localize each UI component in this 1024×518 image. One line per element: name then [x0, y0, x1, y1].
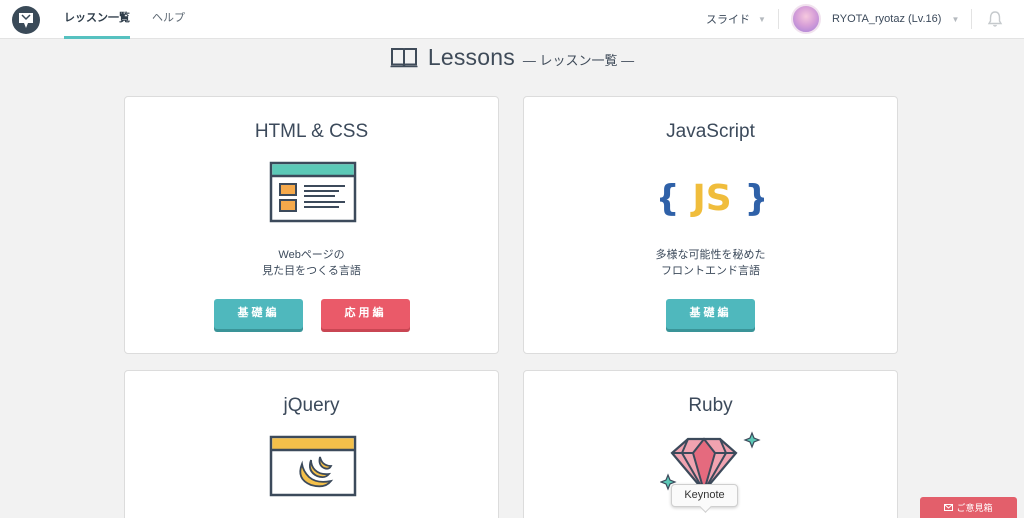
slide-dropdown[interactable]: スライド ▼	[706, 0, 766, 38]
feedback-button[interactable]: ご意見箱	[920, 497, 1017, 518]
lesson-card-html-css[interactable]: HTML & CSS Webページの 見た目をつくる言語 基礎編 応用編	[124, 96, 499, 354]
slide-dropdown-label: スライド	[706, 14, 750, 26]
page-title-text: Lessons	[427, 43, 515, 70]
divider	[778, 9, 779, 29]
progate-logo-icon[interactable]	[12, 6, 40, 34]
description-line: 見た目をつくる言語	[262, 265, 361, 277]
lesson-title: HTML & CSS	[254, 121, 369, 142]
book-icon	[390, 48, 418, 68]
user-menu[interactable]: RYOTA_ryotaz (Lv.16) ▼	[791, 0, 959, 38]
chevron-down-icon: ▼	[951, 14, 960, 24]
tab-help[interactable]: ヘルプ	[152, 0, 185, 39]
lesson-title: Ruby	[688, 395, 733, 416]
top-header: レッスン一覧 ヘルプ スライド ▼ RYOTA_ryotaz (Lv.16) ▼	[0, 0, 1024, 39]
avatar	[791, 4, 821, 34]
username: RYOTA_ryotaz (Lv.16)	[832, 13, 942, 25]
lesson-description: Webページの 見た目をつくる言語	[125, 247, 498, 279]
js-braces-icon: { JS }	[660, 178, 764, 219]
advanced-course-button[interactable]: 応用編	[321, 299, 410, 329]
divider	[971, 9, 972, 29]
mail-icon	[944, 504, 954, 511]
tab-lesson-list[interactable]: レッスン一覧	[64, 0, 130, 39]
page-title: Lessons — レッスン一覧 —	[0, 40, 1024, 74]
feedback-label: ご意見箱	[956, 503, 993, 513]
basic-course-button[interactable]: 基礎編	[666, 299, 755, 329]
keynote-tooltip: Keynote	[671, 484, 738, 507]
page-subtitle: — レッスン一覧 —	[522, 52, 635, 68]
description-line: フロントエンド言語	[661, 265, 760, 277]
bell-icon[interactable]	[987, 10, 1003, 33]
lesson-title: JavaScript	[666, 121, 755, 142]
lesson-card-jquery[interactable]: jQuery	[124, 370, 499, 518]
lesson-description: 多様な可能性を秘めた フロントエンド言語	[524, 247, 897, 279]
lesson-card-javascript[interactable]: JavaScript { JS } 多様な可能性を秘めた フロントエンド言語 基…	[523, 96, 898, 354]
lesson-title: jQuery	[283, 395, 340, 416]
browser-window-icon	[269, 161, 357, 223]
svg-text:{ JS }: { JS }	[660, 178, 764, 219]
description-line: Webページの	[278, 249, 345, 261]
chevron-down-icon: ▼	[758, 14, 766, 24]
jquery-window-icon	[269, 435, 357, 497]
description-line: 多様な可能性を秘めた	[655, 249, 766, 261]
basic-course-button[interactable]: 基礎編	[214, 299, 303, 329]
